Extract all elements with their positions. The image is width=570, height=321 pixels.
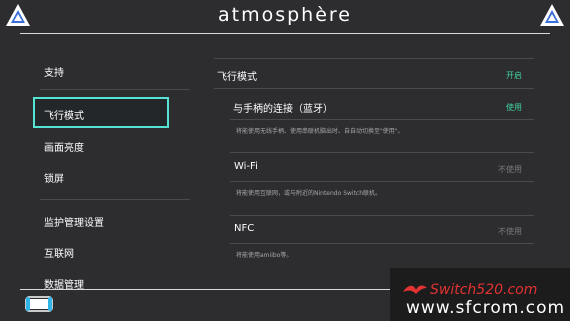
bird-logo-icon [403,285,427,294]
watermark-site-2: www.sfcrom.com [406,298,566,318]
switch-console-icon [25,296,53,312]
controller-connection-status[interactable]: 使用 [506,102,522,113]
sidebar-item-airplane-mode[interactable]: 飞行模式 [44,107,84,122]
row-divider [230,152,534,153]
row-divider [230,181,534,182]
atmosphere-logo-icon [540,4,564,26]
wifi-status[interactable]: 不使用 [498,164,522,175]
airplane-mode-status[interactable]: 开启 [506,70,522,81]
sidebar-item-internet[interactable]: 互联网 [44,245,74,260]
controller-connection-label[interactable]: 与手柄的连接（蓝牙） [233,100,333,115]
sidebar-item-support[interactable]: 支持 [44,64,64,79]
nfc-status[interactable]: 不使用 [498,226,522,237]
nfc-description: 将能使用amiibo等。 [236,252,293,259]
airplane-mode-label[interactable]: 飞行模式 [217,68,257,83]
row-divider [230,243,534,244]
wifi-description: 将能使用互联网，或与附近的Nintendo Switch联机。 [236,190,382,197]
controller-connection-description: 将能使用无线手柄、使用串联机脑出时、自自动切换至"使用"。 [236,128,404,135]
title-bar: atmosphère [0,0,570,34]
sidebar-divider [40,89,190,90]
wifi-label[interactable]: Wi-Fi [234,161,258,172]
nfc-label[interactable]: NFC [234,223,254,234]
sidebar-item-brightness[interactable]: 画面亮度 [44,139,84,154]
sidebar-item-lock-screen[interactable]: 锁屏 [44,170,64,185]
sidebar-item-parental-controls[interactable]: 监护管理设置 [44,214,104,229]
sidebar-divider [40,199,190,200]
header-divider [20,33,550,34]
app-title: atmosphère [218,4,352,26]
row-divider [230,119,534,120]
watermark: Switch520.com www.sfcrom.com [390,268,570,321]
watermark-site-1: Switch520.com [430,282,538,298]
row-divider [214,88,534,89]
row-divider [214,58,534,59]
row-divider [230,215,534,216]
